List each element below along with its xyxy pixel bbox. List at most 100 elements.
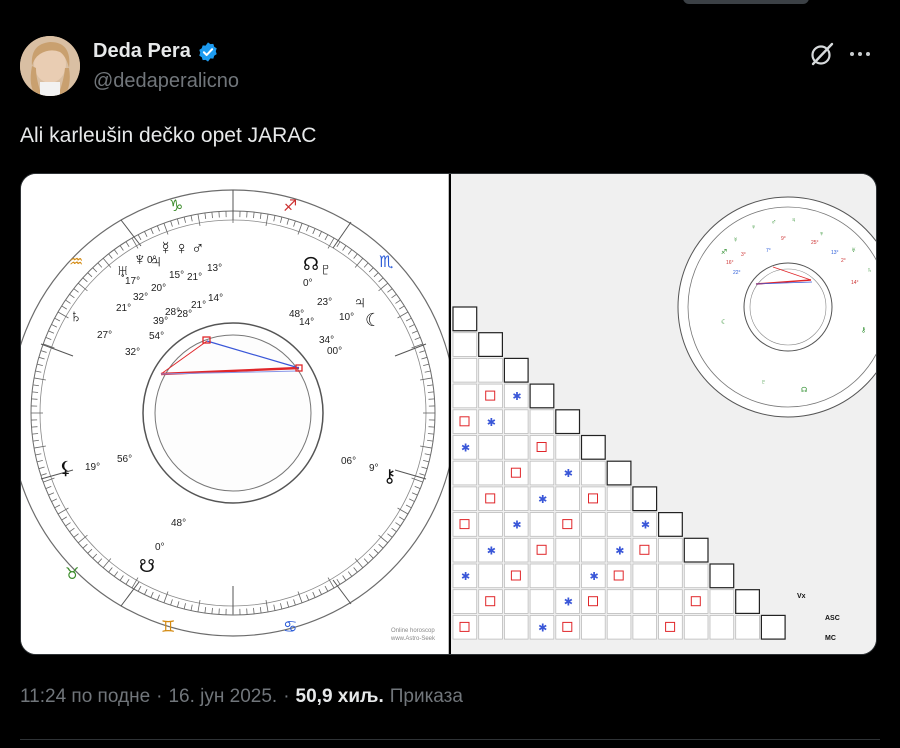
svg-text:♐: ♐ xyxy=(721,249,727,256)
svg-text:32°: 32° xyxy=(125,347,140,358)
svg-text:♀: ♀ xyxy=(751,224,756,231)
svg-text:0°: 0° xyxy=(147,255,157,266)
svg-text:16°: 16° xyxy=(726,260,734,266)
svg-text:3°: 3° xyxy=(741,252,746,258)
svg-text:www.Astro-Seek: www.Astro-Seek xyxy=(390,636,436,642)
svg-text:19°: 19° xyxy=(85,462,100,473)
divider xyxy=(20,739,880,740)
svg-text:☊: ☊ xyxy=(303,254,319,274)
author-handle[interactable]: @dedaperalicno xyxy=(93,70,239,93)
svg-text:☾: ☾ xyxy=(721,319,727,326)
svg-text:56°: 56° xyxy=(117,454,132,465)
svg-text:48°: 48° xyxy=(171,518,186,529)
svg-text:✱: ✱ xyxy=(461,571,470,583)
svg-text:17°: 17° xyxy=(125,276,140,287)
verified-badge-icon xyxy=(199,41,217,62)
svg-text:9°: 9° xyxy=(369,463,379,474)
meta-separator: · xyxy=(156,686,163,707)
svg-text:✱: ✱ xyxy=(461,443,470,455)
svg-text:27°: 27° xyxy=(97,330,112,341)
svg-text:14°: 14° xyxy=(851,280,859,286)
svg-text:Online horoscop: Online horoscop xyxy=(391,628,435,634)
views-label: Приказа xyxy=(389,686,463,707)
svg-text:☿: ☿ xyxy=(159,238,173,258)
author-row: Deda Pera xyxy=(93,40,219,63)
svg-text:54°: 54° xyxy=(149,331,164,342)
meta-separator: · xyxy=(283,686,290,707)
tweet-time[interactable]: 11:24 по подне xyxy=(20,686,150,708)
svg-text:✱: ✱ xyxy=(641,520,650,532)
svg-text:✱: ✱ xyxy=(590,571,599,583)
svg-text:9°: 9° xyxy=(781,236,786,242)
svg-text:♆: ♆ xyxy=(133,249,147,269)
svg-text:✱: ✱ xyxy=(538,494,547,506)
top-pill xyxy=(683,0,809,4)
tweet-meta: 11:24 по подне · 16. јун 2025. · 50,9 хи… xyxy=(20,686,463,708)
svg-text:0°: 0° xyxy=(155,542,165,553)
svg-text:21°: 21° xyxy=(191,300,206,311)
svg-text:♀: ♀ xyxy=(175,238,189,258)
svg-text:23°: 23° xyxy=(317,297,332,308)
author-name[interactable]: Deda Pera xyxy=(93,40,191,63)
svg-text:28°: 28° xyxy=(177,309,192,320)
svg-text:MC: MC xyxy=(825,635,836,642)
svg-text:20°: 20° xyxy=(151,283,166,294)
natal-chart-wheel: ♑ ♐ ♒ ♏ ♊ ♋ ♉ ♅ ♆ ♃ ☿ ♀ ♂ ☊ ♇ ♃ ☾ ♄ ⚸ ⚷ xyxy=(21,174,449,654)
svg-text:06°: 06° xyxy=(341,456,356,467)
svg-text:ASC: ASC xyxy=(825,615,840,622)
svg-text:✱: ✱ xyxy=(512,391,521,403)
svg-text:14°: 14° xyxy=(299,317,314,328)
aspect-grid: ✱ ✱ ✱ ✱ ✱ ✱ ✱ ✱ ✱ ✱ ✱ ✱ ✱ ASC MC Vx ♐ ☿ ♀ ♂ ♃ ♆ ♅ ♄ ☾ ⚷ ♇ ☊ xyxy=(451,174,876,654)
aquarius-icon: ♒ xyxy=(69,254,83,271)
svg-text:00°: 00° xyxy=(327,346,342,357)
svg-text:✱: ✱ xyxy=(538,622,547,634)
scorpio-icon: ♏ xyxy=(379,254,393,271)
svg-text:☿: ☿ xyxy=(733,237,738,244)
svg-text:☊: ☊ xyxy=(801,387,807,394)
svg-text:✱: ✱ xyxy=(487,545,496,557)
svg-text:34°: 34° xyxy=(319,335,334,346)
more-icon[interactable] xyxy=(850,50,874,58)
svg-text:22°: 22° xyxy=(733,270,741,276)
tweet-date[interactable]: 16. јун 2025. xyxy=(168,686,277,708)
svg-text:♂: ♂ xyxy=(191,238,205,258)
svg-text:2°: 2° xyxy=(841,258,846,264)
grok-icon[interactable] xyxy=(808,40,836,68)
avatar[interactable] xyxy=(20,36,80,96)
tweet-text: Ali karleušin dečko opet JARAC xyxy=(20,124,317,147)
svg-text:⚸: ⚸ xyxy=(59,458,72,478)
svg-text:♅: ♅ xyxy=(851,247,856,254)
avatar-image xyxy=(20,36,80,96)
sagittarius-icon: ♐ xyxy=(283,198,297,215)
svg-text:14°: 14° xyxy=(208,293,223,304)
svg-text:⚷: ⚷ xyxy=(861,327,866,334)
svg-text:⚷: ⚷ xyxy=(383,466,396,486)
tweet-media-image[interactable]: ♑ ♐ ♒ ♏ ♊ ♋ ♉ ♅ ♆ ♃ ☿ ♀ ♂ ☊ ♇ ♃ ☾ ♄ ⚸ ⚷ xyxy=(20,173,877,655)
svg-text:✱: ✱ xyxy=(615,545,624,557)
svg-text:21°: 21° xyxy=(187,272,202,283)
capricorn-icon: ♑ xyxy=(169,198,183,215)
svg-text:7°: 7° xyxy=(766,248,771,254)
svg-text:0°: 0° xyxy=(303,278,313,289)
svg-text:☾: ☾ xyxy=(365,310,381,330)
svg-text:✱: ✱ xyxy=(487,417,496,429)
svg-text:✱: ✱ xyxy=(564,597,573,609)
svg-text:♆: ♆ xyxy=(819,231,824,238)
svg-text:Vx: Vx xyxy=(797,593,806,600)
taurus-icon: ♉ xyxy=(65,566,79,583)
svg-text:39°: 39° xyxy=(153,316,168,327)
svg-text:13°: 13° xyxy=(207,263,222,274)
cancer-icon: ♋ xyxy=(283,619,297,636)
svg-text:♄: ♄ xyxy=(867,267,872,274)
svg-text:♇: ♇ xyxy=(761,379,766,386)
svg-text:♃: ♃ xyxy=(791,217,796,224)
svg-text:15°: 15° xyxy=(169,270,184,281)
svg-text:✱: ✱ xyxy=(512,520,521,532)
svg-text:21°: 21° xyxy=(116,303,131,314)
svg-text:32°: 32° xyxy=(133,292,148,303)
svg-text:☋: ☋ xyxy=(139,556,155,576)
svg-text:✱: ✱ xyxy=(564,468,573,480)
views-count: 50,9 хиљ. xyxy=(295,686,384,707)
svg-text:13°: 13° xyxy=(831,250,839,256)
svg-text:♂: ♂ xyxy=(771,219,776,226)
